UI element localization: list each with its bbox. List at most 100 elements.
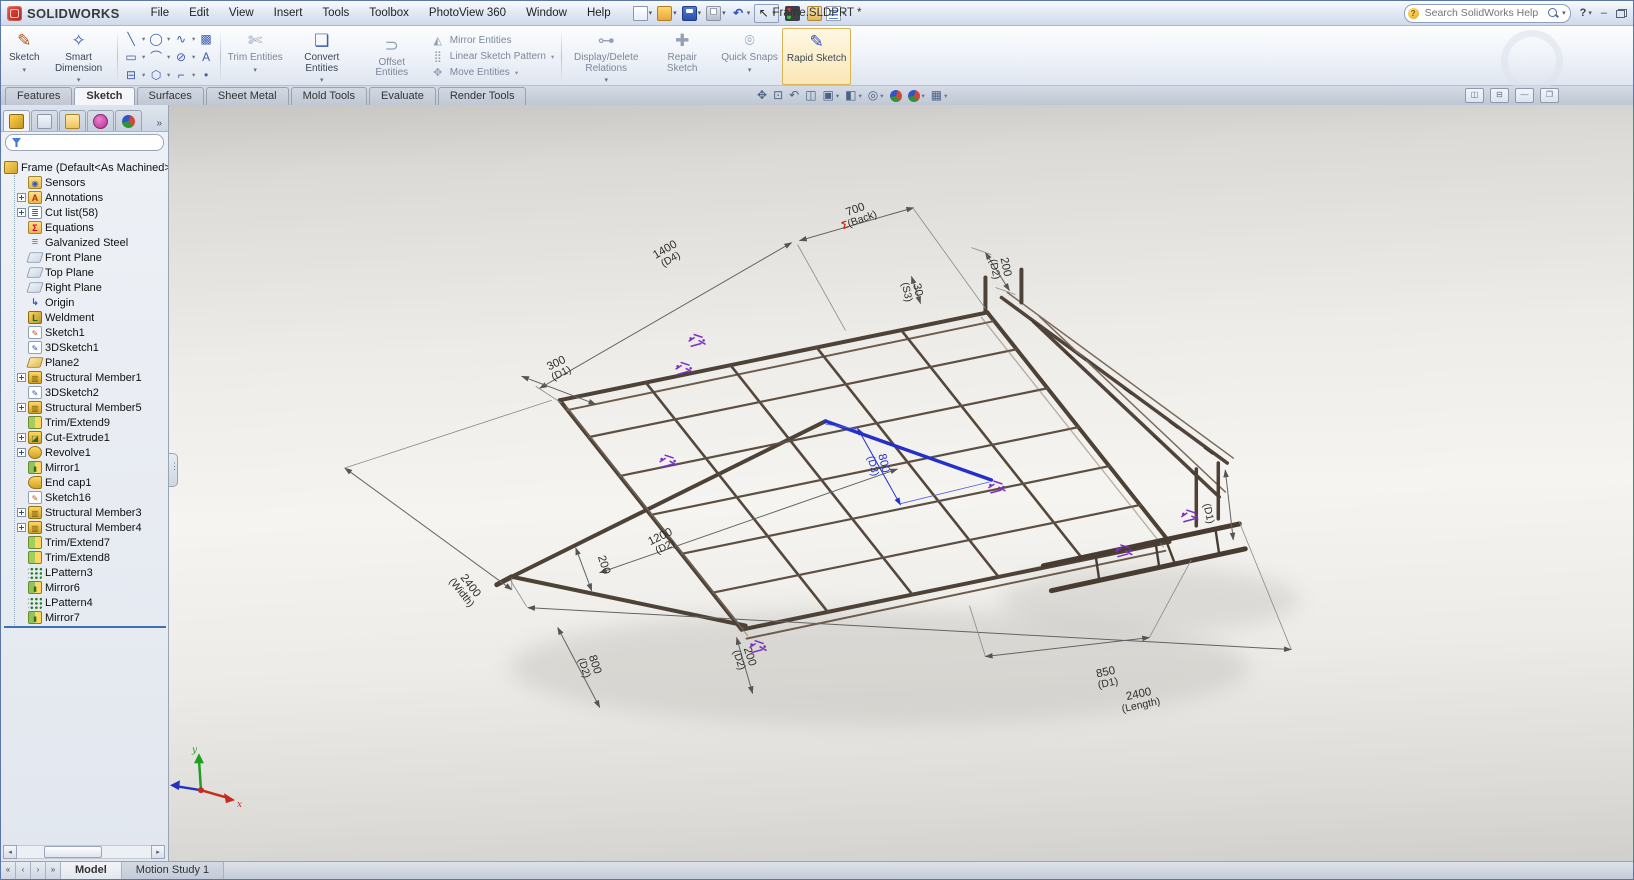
nav-last[interactable]: »: [46, 862, 61, 879]
tab-motion-study-1[interactable]: Motion Study 1: [122, 862, 224, 879]
menu-window[interactable]: Window: [517, 4, 576, 22]
tree-item-lpattern4[interactable]: LPattern4: [17, 595, 168, 610]
undo-button[interactable]: ↶▾: [730, 5, 753, 22]
linear-sketch-pattern-button[interactable]: ⣿Linear Sketch Pattern▾: [431, 50, 554, 64]
tree-item-annotations[interactable]: Annotations: [17, 190, 168, 205]
dropdown-caret[interactable]: ▾: [77, 76, 81, 84]
scroll-right-button[interactable]: ▸: [151, 845, 165, 859]
sketch-rectangle-button[interactable]: ▭: [123, 49, 140, 65]
dimension-800-d3[interactable]: 800(D3): [864, 452, 891, 477]
menu-toolbox[interactable]: Toolbox: [360, 4, 418, 22]
expand-toggle[interactable]: [17, 208, 26, 217]
scrollbar-track[interactable]: [17, 845, 151, 859]
tree-item-plane2[interactable]: Plane2: [17, 355, 168, 370]
tree-item-3dsketch2[interactable]: 3DSketch2: [17, 385, 168, 400]
search-icon[interactable]: [1548, 8, 1558, 18]
propertymanager-tab[interactable]: [31, 110, 58, 131]
sketch-annotation[interactable]: [689, 334, 706, 346]
help-menu-button[interactable]: ?▾: [1580, 7, 1592, 19]
displaymanager-tab[interactable]: [115, 110, 142, 131]
dimension-700-back[interactable]: 700Σ(Back): [836, 198, 878, 232]
dimension-200-d2[interactable]: 200(D2): [987, 256, 1014, 281]
dropdown-caret[interactable]: ▾: [944, 92, 947, 100]
dimxpertmanager-tab[interactable]: [87, 110, 114, 131]
dropdown-caret[interactable]: ▾: [253, 66, 257, 74]
sketch-button[interactable]: ✎ Sketch ▾: [5, 28, 44, 85]
tree-filter-box[interactable]: [5, 134, 164, 151]
tab-model[interactable]: Model: [61, 862, 122, 879]
dropdown-caret[interactable]: ▾: [551, 53, 554, 61]
split-view-horizontal-button[interactable]: ◫: [1465, 88, 1484, 103]
search-dropdown-caret[interactable]: ▾: [1562, 9, 1566, 17]
dimension-30-s3[interactable]: 30(S3): [899, 279, 926, 303]
sketch-line-button[interactable]: ╲: [123, 31, 140, 47]
dropdown-caret[interactable]: ▾: [190, 35, 198, 43]
split-view-vertical-button[interactable]: ⊟: [1490, 88, 1509, 103]
mirror-entities-button[interactable]: ◭Mirror Entities: [431, 34, 554, 48]
tree-item-3dsketch1[interactable]: 3DSketch1: [17, 340, 168, 355]
help-search-box[interactable]: ? ▾: [1404, 4, 1571, 23]
tab-mold-tools[interactable]: Mold Tools: [291, 87, 367, 105]
minimize-pane-button[interactable]: —: [1515, 88, 1534, 103]
sketch-ellipse-button[interactable]: ⊘: [173, 49, 190, 65]
tree-item-structural-member5[interactable]: Structural Member5: [17, 400, 168, 415]
nav-first[interactable]: «: [1, 862, 16, 879]
tree-horizontal-scrollbar[interactable]: ◂ ▸: [3, 845, 165, 859]
view-orientation-button[interactable]: ▣▾: [822, 87, 841, 104]
sketch-text-button[interactable]: A: [198, 49, 215, 65]
menu-file[interactable]: File: [142, 4, 179, 22]
convert-entities-button[interactable]: ❏ Convert Entities ▾: [287, 28, 357, 85]
tree-item-trim-extend8[interactable]: Trim/Extend8: [17, 550, 168, 565]
dropdown-caret[interactable]: ▾: [880, 92, 883, 100]
dropdown-caret[interactable]: ▾: [190, 53, 198, 61]
offset-entities-button[interactable]: ⊃ Offset Entities: [357, 28, 427, 85]
expand-toggle[interactable]: [17, 433, 26, 442]
dropdown-caret[interactable]: ▾: [23, 66, 27, 74]
nav-previous[interactable]: ‹: [16, 862, 31, 879]
panel-tabs-overflow[interactable]: »: [152, 118, 166, 131]
scroll-left-button[interactable]: ◂: [3, 845, 17, 859]
tree-item-mirror6[interactable]: Mirror6: [17, 580, 168, 595]
sketch-arc-button[interactable]: ⌒: [148, 49, 165, 65]
tree-item-structural-member4[interactable]: Structural Member4: [17, 520, 168, 535]
dropdown-caret[interactable]: ▾: [836, 92, 839, 100]
sketch-fillet-button[interactable]: ⌐: [173, 67, 190, 83]
display-delete-relations-button[interactable]: ⊶ Display/Delete Relations ▾: [565, 28, 647, 85]
expand-toggle[interactable]: [17, 448, 26, 457]
rollback-bar[interactable]: [4, 626, 166, 628]
dropdown-caret[interactable]: ▾: [515, 69, 518, 77]
scrollbar-thumb[interactable]: [44, 846, 102, 858]
dropdown-caret[interactable]: ▾: [748, 66, 752, 74]
move-entities-button[interactable]: ✥Move Entities▾: [431, 66, 554, 80]
tree-item-mirror7[interactable]: Mirror7: [17, 610, 168, 625]
tree-item-lpattern3[interactable]: LPattern3: [17, 565, 168, 580]
open-document-button[interactable]: ▾: [656, 5, 679, 22]
configurationmanager-tab[interactable]: [59, 110, 86, 131]
sketch-picture-button[interactable]: ▩: [198, 31, 215, 47]
menu-tools[interactable]: Tools: [313, 4, 358, 22]
tree-root-frame[interactable]: Frame (Default<As Machined><: [4, 160, 168, 175]
dropdown-caret[interactable]: ▾: [320, 76, 324, 84]
dimension-d1[interactable]: (D1): [1200, 503, 1215, 525]
tree-item-sketch1[interactable]: Sketch1: [17, 325, 168, 340]
menu-photoview-360[interactable]: PhotoView 360: [420, 4, 515, 22]
graphics-area[interactable]: 1400(D4)700Σ(Back)300(D1)200(D2)30(S3)80…: [169, 105, 1633, 861]
expand-toggle[interactable]: [17, 193, 26, 202]
smart-dimension-button[interactable]: ✧ Smart Dimension ▾: [44, 28, 114, 85]
restore-window-button[interactable]: [1616, 9, 1627, 18]
tree-item-galvanized-steel[interactable]: Galvanized Steel: [17, 235, 168, 250]
panel-splitter-handle[interactable]: [169, 453, 178, 487]
featuremanager-tree-tab[interactable]: [3, 110, 30, 131]
dimension-1400-d4[interactable]: 1400(D4): [651, 238, 685, 271]
sketch-polygon-button[interactable]: ⬡: [148, 67, 165, 83]
dropdown-caret[interactable]: ▾: [140, 35, 148, 43]
menu-insert[interactable]: Insert: [265, 4, 312, 22]
tree-item-mirror1[interactable]: Mirror1: [17, 460, 168, 475]
tab-surfaces[interactable]: Surfaces: [137, 87, 204, 105]
repair-sketch-button[interactable]: ✚ Repair Sketch: [647, 28, 717, 85]
sketch-point-button[interactable]: •: [198, 67, 215, 83]
tree-item-sensors[interactable]: Sensors: [17, 175, 168, 190]
expand-toggle[interactable]: [17, 523, 26, 532]
new-document-button[interactable]: ▾: [632, 5, 655, 22]
tab-sheet-metal[interactable]: Sheet Metal: [206, 87, 289, 105]
